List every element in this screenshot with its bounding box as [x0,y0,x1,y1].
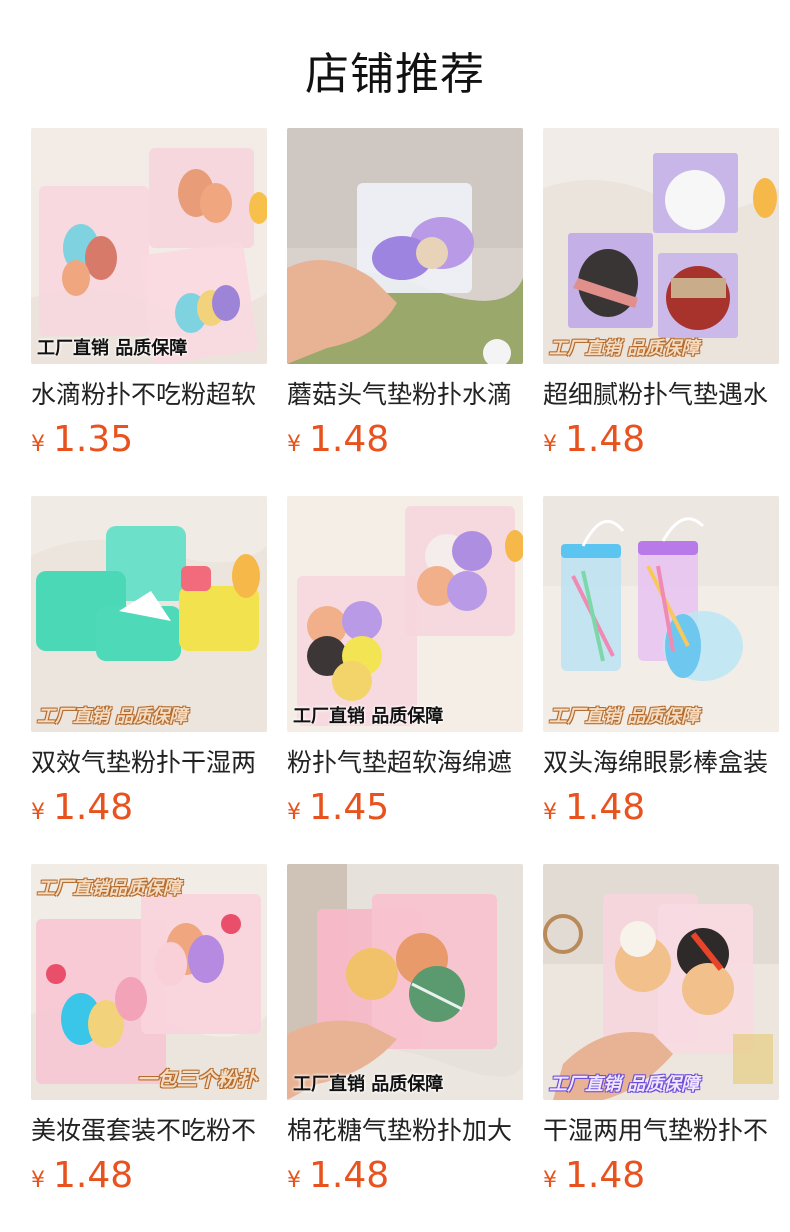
product-card[interactable]: 工厂直销 品质保障 棉花糖气垫粉扑加大 ¥1.48 [287,864,523,1198]
product-image[interactable]: 工厂直销 品质保障 [543,128,779,364]
product-price: ¥1.48 [287,418,523,462]
product-image[interactable] [287,128,523,364]
product-badge: 工厂直销 品质保障 [37,338,188,359]
currency-symbol: ¥ [31,432,45,457]
product-badge: 工厂直销 品质保障 [293,706,444,727]
product-image[interactable]: 工厂直销 品质保障 [287,864,523,1100]
product-price: ¥1.48 [31,786,267,830]
currency-symbol: ¥ [287,1168,301,1193]
product-card[interactable]: 蘑菇头气垫粉扑水滴 ¥1.48 [287,128,523,462]
product-badge: 工厂直销品质保障 [37,878,181,899]
currency-symbol: ¥ [543,1168,557,1193]
product-card[interactable]: 工厂直销 品质保障 粉扑气垫超软海绵遮 ¥1.45 [287,496,523,830]
currency-symbol: ¥ [31,800,45,825]
product-price: ¥1.35 [31,418,267,462]
currency-symbol: ¥ [543,432,557,457]
product-name[interactable]: 蘑菇头气垫粉扑水滴 [287,378,523,412]
product-badge: 工厂直销 品质保障 [37,706,188,727]
product-badge: 工厂直销 品质保障 [549,706,700,727]
product-image[interactable]: 工厂直销 品质保障 [31,128,267,364]
product-name[interactable]: 美妆蛋套装不吃粉不 [31,1114,267,1148]
product-price: ¥1.48 [543,418,779,462]
product-price: ¥1.45 [287,786,523,830]
product-price: ¥1.48 [31,1154,267,1198]
price-value: 1.48 [565,419,646,460]
product-card[interactable]: 工厂直销 品质保障 超细腻粉扑气垫遇水 ¥1.48 [543,128,779,462]
currency-symbol: ¥ [31,1168,45,1193]
product-badge: 工厂直销 品质保障 [549,1074,700,1095]
price-value: 1.35 [53,419,134,460]
product-name[interactable]: 粉扑气垫超软海绵遮 [287,746,523,780]
product-name[interactable]: 干湿两用气垫粉扑不 [543,1114,779,1148]
currency-symbol: ¥ [287,800,301,825]
price-value: 1.48 [53,787,134,828]
product-card[interactable]: 工厂直销 品质保障 双头海绵眼影棒盒装 ¥1.48 [543,496,779,830]
product-image[interactable]: 工厂直销品质保障 一包三个粉扑 [31,864,267,1100]
product-card[interactable]: 工厂直销品质保障 一包三个粉扑 美妆蛋套装不吃粉不 ¥1.48 [31,864,267,1198]
price-value: 1.48 [309,419,390,460]
product-price: ¥1.48 [543,786,779,830]
product-card[interactable]: 工厂直销 品质保障 双效气垫粉扑干湿两 ¥1.48 [31,496,267,830]
product-name[interactable]: 双头海绵眼影棒盒装 [543,746,779,780]
product-image[interactable]: 工厂直销 品质保障 [543,496,779,732]
product-name[interactable]: 棉花糖气垫粉扑加大 [287,1114,523,1148]
product-card[interactable]: 工厂直销 品质保障 水滴粉扑不吃粉超软 ¥1.35 [31,128,267,462]
product-price: ¥1.48 [543,1154,779,1198]
product-pack-badge: 一包三个粉扑 [137,1067,257,1091]
price-value: 1.48 [565,787,646,828]
product-badge: 工厂直销 品质保障 [293,1074,444,1095]
product-image[interactable]: 工厂直销 品质保障 [543,864,779,1100]
product-grid: 工厂直销 品质保障 水滴粉扑不吃粉超软 ¥1.35 蘑菇头气垫粉扑水滴 ¥1.4… [0,0,790,1232]
price-value: 1.48 [53,1155,134,1196]
product-name[interactable]: 超细腻粉扑气垫遇水 [543,378,779,412]
product-badge: 工厂直销 品质保障 [549,338,700,359]
currency-symbol: ¥ [543,800,557,825]
product-price: ¥1.48 [287,1154,523,1198]
product-name[interactable]: 水滴粉扑不吃粉超软 [31,378,267,412]
price-value: 1.45 [309,787,390,828]
price-value: 1.48 [309,1155,390,1196]
product-image[interactable]: 工厂直销 品质保障 [287,496,523,732]
product-name[interactable]: 双效气垫粉扑干湿两 [31,746,267,780]
product-image[interactable]: 工厂直销 品质保障 [31,496,267,732]
product-card[interactable]: 工厂直销 品质保障 干湿两用气垫粉扑不 ¥1.48 [543,864,779,1198]
currency-symbol: ¥ [287,432,301,457]
price-value: 1.48 [565,1155,646,1196]
